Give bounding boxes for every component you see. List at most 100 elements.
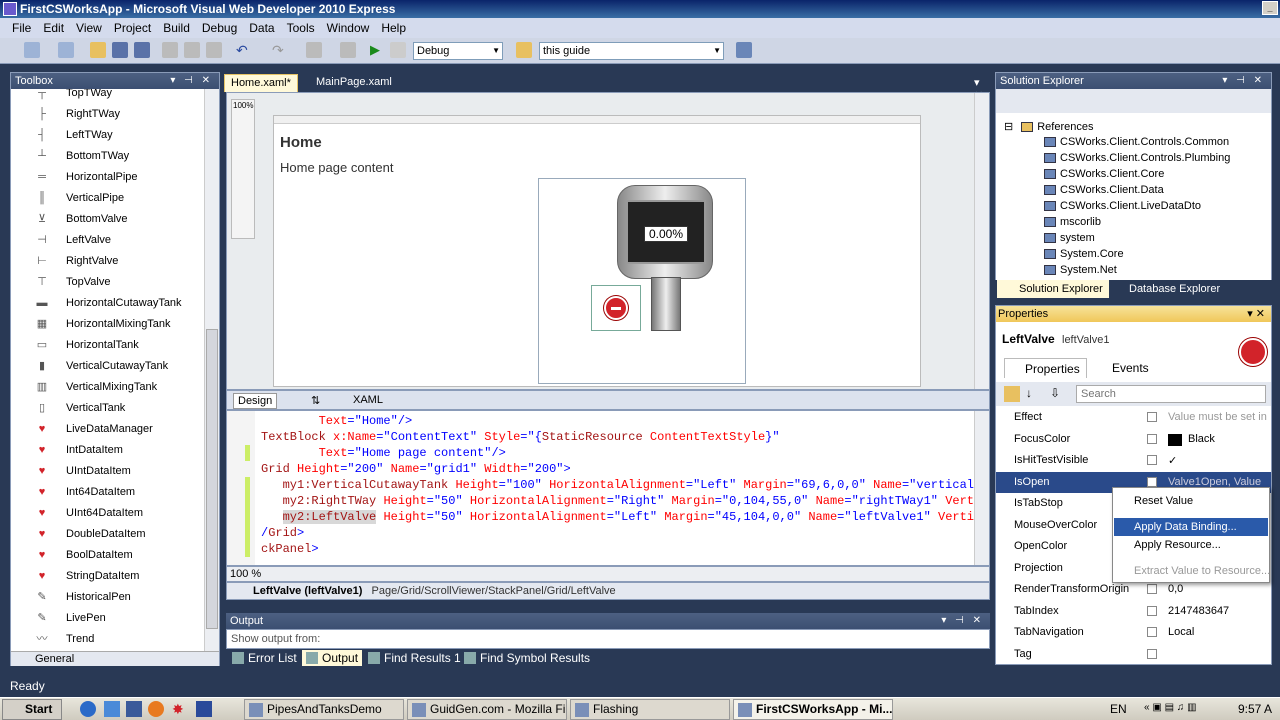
tab-find-symbol-results[interactable]: Find Symbol Results: [460, 650, 594, 666]
left-valve[interactable]: [591, 285, 641, 331]
find-in-files-icon[interactable]: [516, 42, 532, 58]
scroll-thumb[interactable]: [206, 329, 218, 629]
toolbox-item[interactable]: ├ RightTWay: [35, 104, 120, 124]
open-folder-icon[interactable]: [90, 42, 106, 58]
toolbox-item[interactable]: ▯ VerticalTank: [35, 398, 125, 418]
code-line[interactable]: Text="Home"/>: [261, 413, 413, 429]
filter-icon[interactable]: ⇩: [1050, 386, 1060, 400]
code-line[interactable]: ckPanel>: [261, 541, 319, 557]
pin-icon[interactable]: ▾ ⊣ ✕: [1222, 73, 1265, 89]
toolbox-item[interactable]: ♥ UIntDataItem: [35, 461, 131, 481]
find-combo[interactable]: this guide ▼: [539, 42, 724, 60]
monitor-icon[interactable]: [126, 701, 142, 717]
pin-icon[interactable]: ▾ ⊣ ✕: [170, 73, 213, 89]
menu-help[interactable]: Help: [375, 21, 412, 35]
tray-icons[interactable]: « ▣ ▤ ♫ ▥: [1144, 702, 1197, 713]
navigate-back-icon[interactable]: [306, 42, 322, 58]
reference-item[interactable]: CSWorks.Client.Controls.Common: [1044, 136, 1229, 148]
editor-scrollbar[interactable]: [974, 411, 989, 565]
designer-scrollbar[interactable]: [974, 93, 989, 389]
property-value[interactable]: ✓: [1168, 454, 1177, 467]
swap-panes-icon[interactable]: ⇅: [307, 393, 324, 409]
property-row[interactable]: IsHitTestVisible ✓: [996, 450, 1271, 471]
app-grid-icon[interactable]: [196, 701, 212, 717]
task-flashing[interactable]: Flashing: [570, 699, 730, 720]
new-project-icon[interactable]: [24, 42, 40, 58]
toolbox-item[interactable]: ♥ Int64DataItem: [35, 482, 135, 502]
property-value[interactable]: Valve1Open, Value: [1168, 476, 1261, 488]
artboard[interactable]: Home Home page content 0.00%: [273, 115, 921, 387]
property-marker-icon[interactable]: [1147, 433, 1157, 444]
menu-apply-data-binding[interactable]: Apply Data Binding...: [1114, 518, 1268, 536]
toolbox-item[interactable]: ✎ HistoricalPen: [35, 587, 130, 607]
properties-search-input[interactable]: [1076, 385, 1266, 403]
toolbox-item[interactable]: ▥ VerticalMixingTank: [35, 377, 157, 397]
menu-tools[interactable]: Tools: [281, 21, 321, 35]
menu-build[interactable]: Build: [157, 21, 196, 35]
reference-item[interactable]: System.Core: [1044, 248, 1124, 260]
property-value[interactable]: Local: [1168, 626, 1194, 638]
property-row[interactable]: FocusColor Black: [996, 429, 1271, 450]
tab-error-list[interactable]: Error List: [228, 650, 301, 666]
menu-view[interactable]: View: [70, 21, 108, 35]
tab-database-explorer[interactable]: Database Explorer: [1107, 280, 1226, 298]
toolbox-item[interactable]: ♥ StringDataItem: [35, 566, 140, 586]
vertical-cutaway-tank[interactable]: 0.00%: [617, 185, 713, 279]
reference-item[interactable]: CSWorks.Client.LiveDataDto: [1044, 200, 1201, 212]
property-marker-icon[interactable]: [1147, 476, 1157, 487]
toolbox-item[interactable]: ♥ DoubleDataItem: [35, 524, 146, 544]
color-swatch[interactable]: [1168, 433, 1182, 446]
menu-file[interactable]: File: [6, 21, 37, 35]
collapse-icon[interactable]: ⊟: [1004, 121, 1013, 133]
attach-icon[interactable]: [390, 42, 406, 58]
breadcrumb-element[interactable]: LeftValve (leftValve1): [253, 585, 362, 597]
zoom-slider[interactable]: 100%: [231, 99, 255, 239]
tab-events[interactable]: Events: [1092, 358, 1155, 378]
task-firstcsworksapp[interactable]: FirstCSWorksApp - Mi...: [733, 699, 893, 720]
navigate-forward-icon[interactable]: [340, 42, 356, 58]
code-line[interactable]: TextBlock x:Name="ContentText" Style="{S…: [261, 429, 780, 445]
code-line[interactable]: Text="Home page content"/>: [261, 445, 506, 461]
toolbox-item[interactable]: ♥ BoolDataItem: [35, 545, 133, 565]
start-button[interactable]: Start: [2, 699, 62, 720]
toolbox-item[interactable]: ┬ TopTWay: [35, 89, 112, 103]
toolbox-item[interactable]: ┤ LeftTWay: [35, 125, 113, 145]
toolbox-item[interactable]: ▭ HorizontalTank: [35, 335, 139, 355]
property-value[interactable]: 2147483647: [1168, 605, 1229, 617]
page-title[interactable]: Home: [280, 134, 322, 151]
tab-solution-explorer[interactable]: Solution Explorer: [997, 280, 1109, 298]
start-debugging-icon[interactable]: ▶: [370, 42, 386, 58]
code-line[interactable]: my2:LeftValve Height="50" HorizontalAlig…: [261, 509, 981, 525]
solution-explorer-icon[interactable]: [736, 42, 752, 58]
breadcrumb-path[interactable]: Page/Grid/ScrollViewer/StackPanel/Grid/L…: [372, 585, 616, 597]
tab-xaml[interactable]: XAML: [349, 393, 387, 409]
grid1[interactable]: 0.00%: [538, 178, 746, 384]
ie-icon[interactable]: [80, 701, 96, 717]
right-tway[interactable]: [651, 277, 681, 331]
toolbox-item[interactable]: ▮ VerticalCutawayTank: [35, 356, 168, 376]
property-marker-icon[interactable]: [1147, 627, 1157, 637]
code-line[interactable]: /Grid>: [261, 525, 304, 541]
toolbox-item[interactable]: ║ VerticalPipe: [35, 188, 124, 208]
tab-list-icon[interactable]: ▾ ✕: [968, 74, 990, 102]
tab-properties[interactable]: Properties: [1004, 358, 1087, 378]
firefox-icon[interactable]: [148, 701, 164, 717]
zoom-level[interactable]: 100 %: [230, 568, 261, 580]
toolbox-group-general[interactable]: General: [11, 651, 219, 666]
paste-icon[interactable]: [206, 42, 222, 58]
property-row[interactable]: Tag: [996, 644, 1271, 665]
toolbox-item[interactable]: ⊣ LeftValve: [35, 230, 111, 250]
solution-config-select[interactable]: Debug ▼: [413, 42, 503, 60]
toolbox-item[interactable]: ▦ HorizontalMixingTank: [35, 314, 171, 334]
menu-project[interactable]: Project: [108, 21, 157, 35]
toolbox-item[interactable]: ▬ HorizontalCutawayTank: [35, 293, 182, 313]
property-marker-icon[interactable]: [1147, 584, 1157, 594]
save-all-icon[interactable]: [134, 42, 150, 58]
add-item-icon[interactable]: [58, 42, 74, 58]
task-pipes-and-tanks[interactable]: PipesAndTanksDemo: [244, 699, 404, 720]
clock[interactable]: 9:57 A: [1238, 702, 1272, 716]
reference-item[interactable]: System.Net: [1044, 264, 1117, 276]
menu-edit[interactable]: Edit: [37, 21, 70, 35]
sort-az-icon[interactable]: ↓: [1026, 386, 1032, 400]
reference-item[interactable]: CSWorks.Client.Data: [1044, 184, 1164, 196]
